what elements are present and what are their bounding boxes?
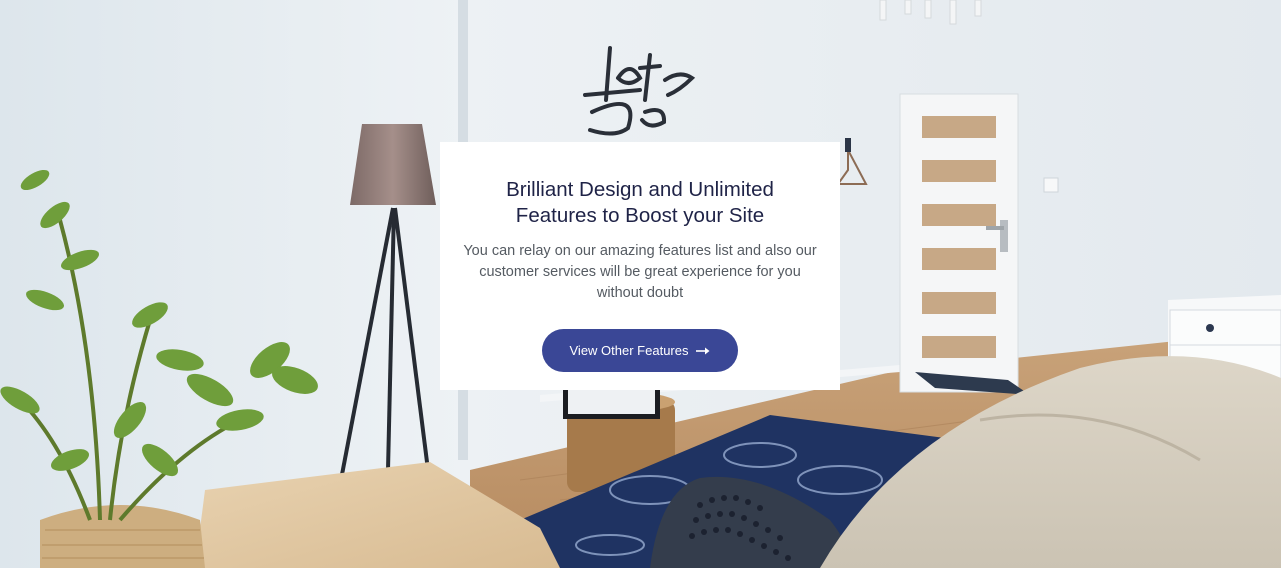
arrow-right-icon — [696, 347, 710, 354]
feature-card: Brilliant Design and Unlimited Features … — [440, 142, 840, 390]
hero-section: Brilliant Design and Unlimited Features … — [0, 0, 1281, 568]
button-label: View Other Features — [569, 343, 689, 358]
card-title: Brilliant Design and Unlimited Features … — [506, 178, 774, 227]
view-other-features-button[interactable]: View Other Features — [542, 329, 738, 372]
card-description: You can relay on our amazing features li… — [463, 243, 817, 301]
